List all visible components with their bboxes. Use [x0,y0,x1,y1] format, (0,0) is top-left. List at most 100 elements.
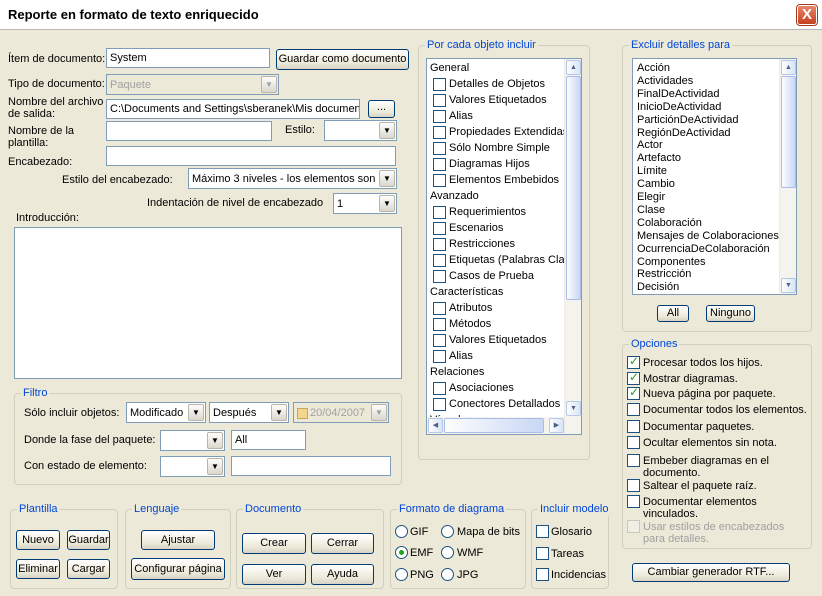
option-checkbox[interactable] [627,354,640,369]
hscroll-thumb[interactable] [444,418,544,433]
indent-select[interactable]: 1 ▼ [333,193,397,214]
list-item[interactable]: Elegir [637,191,665,204]
new-template-button[interactable]: Nuevo [16,530,60,550]
date-condition-select[interactable]: Después ▼ [209,402,289,423]
tree-item-checkbox[interactable] [433,254,446,267]
date-picker[interactable]: 20/04/2007 ▼ [293,402,389,423]
tree-item-checkbox[interactable] [433,206,446,219]
radio-emf[interactable] [395,546,408,559]
option-checkbox[interactable] [627,385,640,400]
radio-wmf[interactable] [441,546,454,559]
phase-input[interactable]: All [231,430,306,450]
list-item[interactable]: Cambio [637,178,675,191]
scroll-down-icon[interactable]: ▼ [566,401,581,416]
list-item[interactable]: Actividades [637,75,693,88]
tree-item-checkbox[interactable] [433,222,446,235]
list-item[interactable]: Clase [637,204,665,217]
option-checkbox[interactable] [627,403,640,416]
scroll-left-icon[interactable]: ◀ [428,418,443,433]
scroll-down-icon[interactable]: ▼ [781,278,796,293]
tree-item-checkbox[interactable] [433,142,446,155]
tree-item-checkbox[interactable] [433,270,446,283]
tree-item-checkbox[interactable] [433,126,446,139]
exclude-vscroll[interactable]: ▲ ▼ [779,59,796,294]
radio-png[interactable] [395,568,408,581]
per-object-hscroll[interactable]: ◀ ▶ [427,417,564,434]
type-select[interactable]: Paquete ▼ [106,74,279,95]
save-as-document-button[interactable]: Guardar como documento [276,49,409,70]
list-item[interactable]: ParticiónDeActividad [637,114,739,127]
issues-checkbox[interactable] [536,568,549,581]
status-input[interactable] [231,456,391,476]
view-button[interactable]: Ver [242,564,306,585]
radio-bitmap[interactable] [441,525,454,538]
list-item[interactable]: Artefacto [637,152,681,165]
list-item[interactable]: Mensajes de Colaboraciones [637,230,779,243]
header-style-select[interactable]: Máximo 3 niveles - los elementos son H ▼ [188,168,397,189]
option-checkbox[interactable] [627,495,640,508]
list-item[interactable]: RegiónDeActividad [637,127,731,140]
tree-item-checkbox[interactable] [433,350,446,363]
radio-gif[interactable] [395,525,408,538]
list-item[interactable]: OcurrenciaDeColaboración [637,243,770,256]
change-rtf-generator-button[interactable]: Cambiar generador RTF... [632,563,790,582]
select-all-button[interactable]: All [657,305,689,322]
list-item[interactable]: FinalDeActividad [637,88,720,101]
close-button[interactable]: X [796,4,818,26]
scroll-up-icon[interactable]: ▲ [566,60,581,75]
scroll-thumb[interactable] [781,76,796,188]
save-template-button[interactable]: Guardar [67,530,110,550]
tree-item-checkbox[interactable] [433,110,446,123]
option-checkbox[interactable] [627,370,640,385]
adjust-language-button[interactable]: Ajustar [141,530,215,550]
option-checkbox[interactable] [627,420,640,433]
create-button[interactable]: Crear [242,533,306,554]
scroll-thumb[interactable] [566,76,581,300]
list-item[interactable]: Colaboración [637,217,702,230]
intro-textarea[interactable] [14,227,402,379]
status-operator-select[interactable]: ▼ [160,456,225,477]
tree-item-checkbox[interactable] [433,158,446,171]
per-object-vscroll[interactable]: ▲ ▼ [564,59,581,434]
item-input[interactable]: System [106,48,270,68]
option-checkbox[interactable] [627,436,640,449]
style-select[interactable]: ▼ [324,120,397,141]
tree-item-checkbox[interactable] [433,382,446,395]
tree-item-checkbox[interactable] [433,334,446,347]
list-item[interactable]: Acción [637,62,670,75]
exclude-list[interactable]: Acción Actividades FinalDeActividad InicioD… [632,58,797,295]
load-template-button[interactable]: Cargar [67,559,110,579]
option-checkbox[interactable] [627,454,640,467]
option-checkbox[interactable] [627,479,640,492]
select-none-button[interactable]: Ninguno [706,305,755,322]
scroll-up-icon[interactable]: ▲ [781,60,796,75]
template-input[interactable] [106,121,272,141]
list-item[interactable]: Restricción [637,268,691,281]
list-item[interactable]: Actor [637,139,663,152]
tree-item-checkbox[interactable] [433,78,446,91]
close-document-button[interactable]: Cerrar [311,533,374,554]
delete-template-button[interactable]: Eliminar [16,559,60,579]
tasks-checkbox[interactable] [536,547,549,560]
tree-item-checkbox[interactable] [433,94,446,107]
list-item[interactable]: InicioDeActividad [637,101,721,114]
phase-operator-select[interactable]: ▼ [160,430,225,451]
glossary-checkbox[interactable] [536,525,549,538]
help-button[interactable]: Ayuda [311,564,374,585]
list-item[interactable]: Componentes [637,256,706,269]
include-objects-select[interactable]: Modificado ▼ [126,402,206,423]
per-object-tree[interactable]: General Detalles de Objetos Valores Etique… [426,58,582,435]
tree-item-checkbox[interactable] [433,238,446,251]
page-setup-button[interactable]: Configurar página [131,558,225,580]
tree-item-checkbox[interactable] [433,398,446,411]
output-file-input[interactable]: C:\Documents and Settings\sberanek\Mis d… [106,99,360,119]
list-item[interactable]: Decisión [637,281,679,294]
tree-item-checkbox[interactable] [433,174,446,187]
scroll-right-icon[interactable]: ▶ [549,418,564,433]
tree-item-checkbox[interactable] [433,318,446,331]
radio-jpg[interactable] [441,568,454,581]
tree-item-checkbox[interactable] [433,302,446,315]
browse-button[interactable]: ... [368,100,395,118]
header-input[interactable] [106,146,396,166]
list-item[interactable]: Límite [637,165,667,178]
